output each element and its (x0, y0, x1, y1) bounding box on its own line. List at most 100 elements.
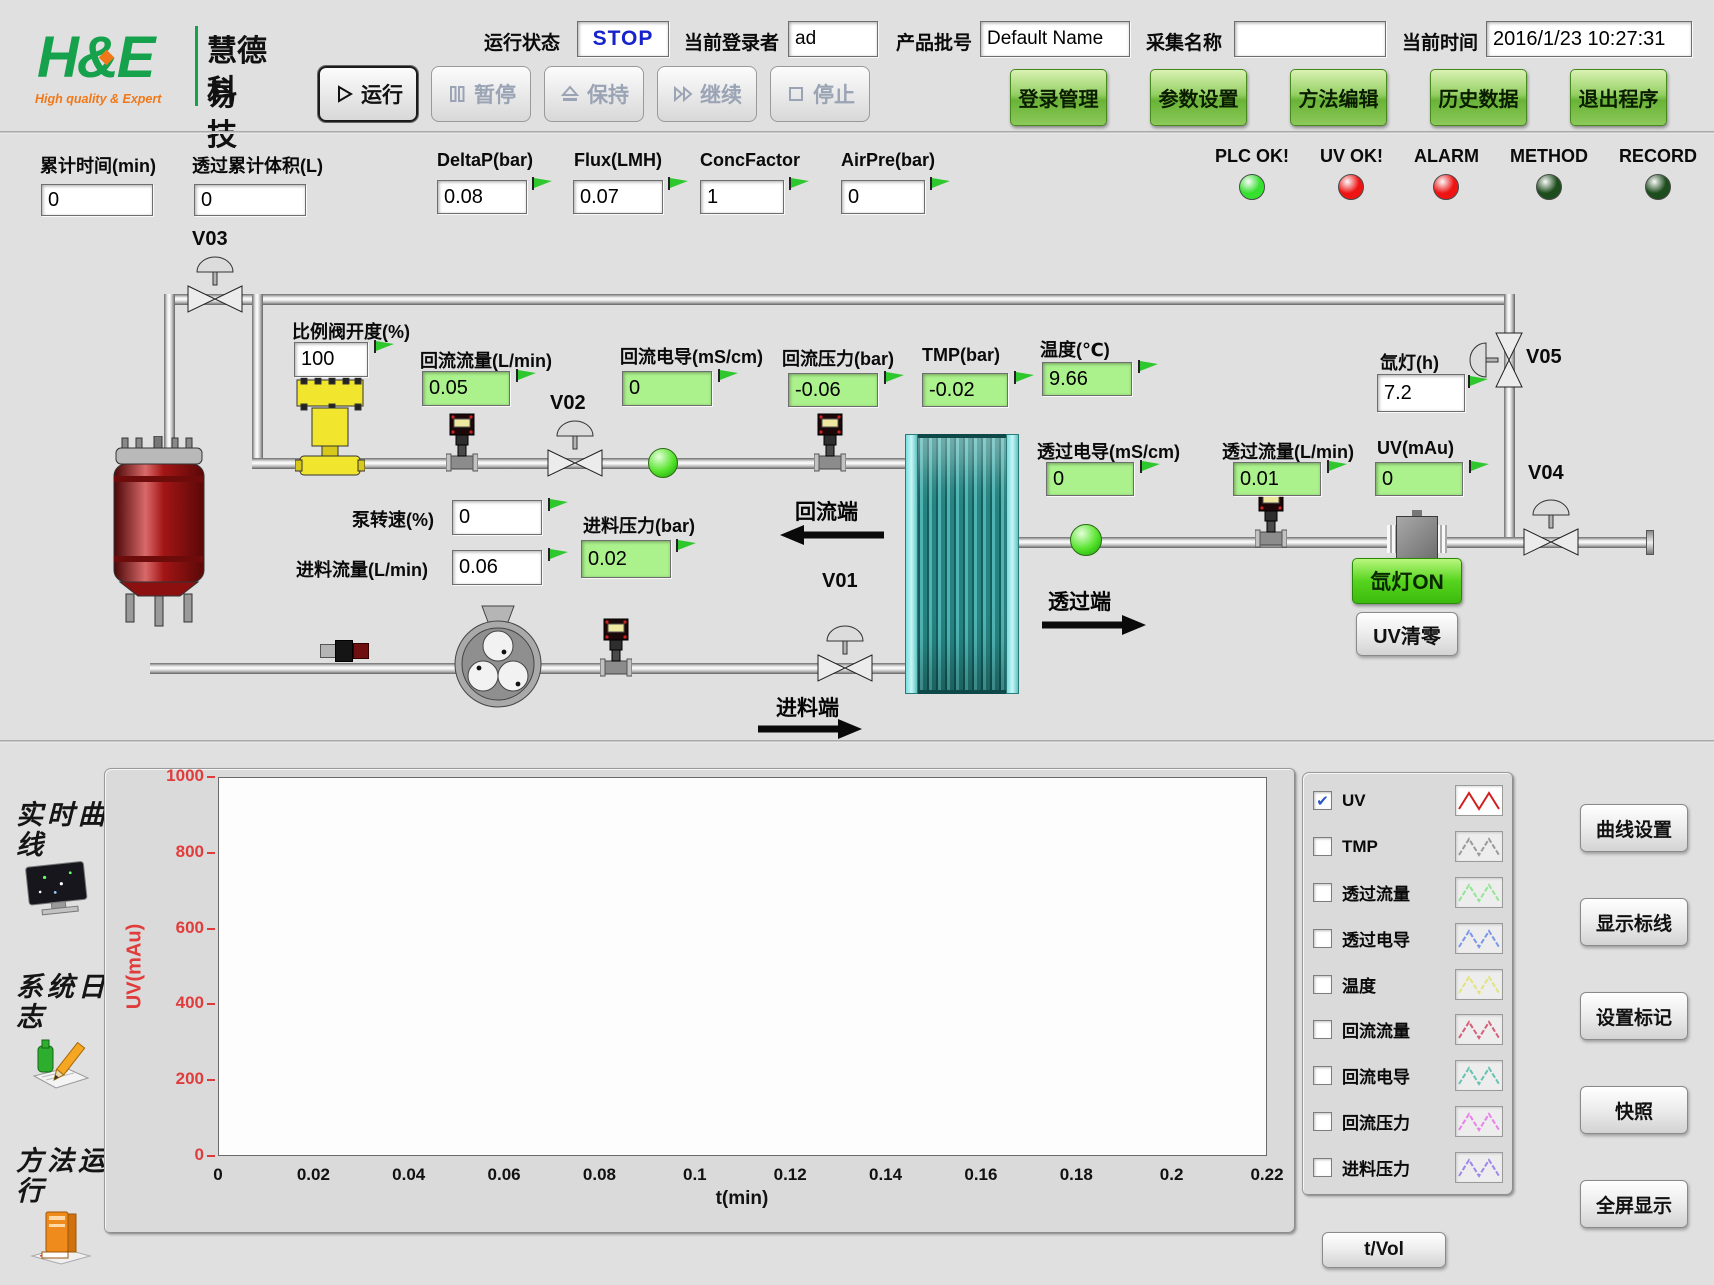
x-tick-label: 0.1 (663, 1165, 727, 1185)
uv-flag-icon (1469, 459, 1491, 474)
tmp-label: TMP(bar) (922, 345, 1000, 366)
sidebar-item-system-log[interactable]: 系统日志 (16, 972, 112, 1032)
legend-label: 回流流量 (1342, 1017, 1445, 1042)
x-tick-label: 0.06 (472, 1165, 536, 1185)
legend-row-5: 回流流量 (1303, 1007, 1513, 1053)
legend-checkbox[interactable] (1313, 975, 1332, 994)
x-tick-label: 0.14 (854, 1165, 918, 1185)
snapshot-button[interactable]: 快照 (1580, 1086, 1688, 1134)
legend-checkbox[interactable] (1313, 883, 1332, 902)
transmitter-icon (1255, 488, 1287, 548)
prop-valve-input[interactable]: 100 (294, 342, 368, 377)
valve-v04-icon (1516, 497, 1586, 561)
uv-label: UV(mAu) (1377, 438, 1454, 459)
y-tick-label: 800 (146, 842, 204, 862)
pipe-end-cap (1646, 530, 1654, 555)
legend-line-sample[interactable] (1455, 785, 1503, 816)
permeate-port-label: 透过端 (1048, 586, 1111, 616)
legend-line-sample[interactable] (1455, 1060, 1503, 1091)
system-log-icon[interactable] (26, 1032, 94, 1094)
feed-press-label: 进料压力(bar) (583, 512, 695, 538)
x-tick-label: 0.22 (1235, 1165, 1299, 1185)
section-divider (0, 740, 1714, 743)
pipe (164, 294, 175, 456)
pipe (164, 294, 1515, 305)
valve-v02-icon (540, 418, 610, 482)
method-run-icon[interactable] (28, 1204, 94, 1268)
tmp-display: -0.02 (922, 373, 1008, 407)
y-tick-label: 400 (146, 993, 204, 1013)
legend-row-3: 透过电导 (1303, 915, 1513, 961)
uv-zero-button[interactable]: UV清零 (1356, 612, 1458, 656)
legend-line-sample[interactable] (1455, 969, 1503, 1000)
legend-checkbox[interactable] (1313, 1066, 1332, 1085)
y-tick-mark (207, 928, 215, 930)
sidebar-item-realtime-curve[interactable]: 实时曲线 (16, 800, 112, 860)
reflux-press-display: -0.06 (788, 373, 878, 407)
legend-checkbox[interactable]: ✔ (1313, 791, 1332, 810)
feed-pump (452, 600, 544, 716)
valve-v04-label: V04 (1528, 462, 1564, 485)
pump-speed-input[interactable]: 0 (452, 500, 542, 535)
feed-tank (110, 436, 208, 632)
reflux-cond-flag-icon (718, 368, 740, 383)
legend-label: 透过流量 (1342, 880, 1445, 905)
perm-cond-display: 0 (1046, 462, 1134, 496)
temp-flag-icon (1138, 359, 1160, 374)
valve-v05-label: V05 (1526, 346, 1562, 369)
legend-line-sample[interactable] (1455, 877, 1503, 908)
reflux-flow-display: 0.05 (422, 371, 510, 406)
realtime-curve-icon[interactable] (22, 860, 96, 920)
y-axis-title: UV(mAu) (124, 857, 147, 1077)
fullscreen-button[interactable]: 全屏显示 (1580, 1180, 1688, 1228)
xenon-on-button[interactable]: 氙灯ON (1352, 558, 1462, 604)
valve-v02-label: V02 (550, 392, 586, 415)
membrane-module (905, 434, 1019, 694)
legend-row-1: TMP (1303, 824, 1513, 870)
y-tick-mark (207, 1155, 215, 1157)
pump-speed-label: 泵转速(%) (352, 506, 434, 532)
sidebar-item-method-run[interactable]: 方法运行 (16, 1146, 112, 1206)
x-tick-label: 0.08 (567, 1165, 631, 1185)
legend-checkbox[interactable] (1313, 1158, 1332, 1177)
legend-checkbox[interactable] (1313, 1020, 1332, 1039)
x-tick-label: 0 (186, 1165, 250, 1185)
chart-button-column: 曲线设置显示标线设置标记快照全屏显示 (1580, 804, 1688, 1228)
drain-sensor (320, 640, 370, 664)
y-tick-label: 200 (146, 1069, 204, 1089)
legend-line-sample[interactable] (1455, 923, 1503, 954)
valve-v03-icon (180, 254, 250, 318)
legend-line-sample[interactable] (1455, 1106, 1503, 1137)
t-vol-toggle-button[interactable]: t/Vol (1322, 1232, 1446, 1268)
xenon-hours-display[interactable]: 7.2 (1377, 374, 1465, 412)
y-tick-mark (207, 1003, 215, 1005)
feed-flow-input[interactable]: 0.06 (452, 550, 542, 585)
legend-checkbox[interactable] (1313, 1112, 1332, 1131)
uv-display: 0 (1375, 462, 1463, 496)
curve-settings-button[interactable]: 曲线设置 (1580, 804, 1688, 852)
reflux-press-flag-icon (884, 370, 906, 385)
feed-flow-flag-icon (548, 547, 570, 562)
legend-checkbox[interactable] (1313, 929, 1332, 948)
feed-flow-label: 进料流量(L/min) (296, 556, 428, 582)
x-tick-label: 0.04 (377, 1165, 441, 1185)
reflux-port-label: 回流端 (795, 496, 858, 526)
xenon-hours-label: 氙灯(h) (1380, 349, 1439, 375)
x-tick-label: 0.16 (949, 1165, 1013, 1185)
y-tick-mark (207, 1079, 215, 1081)
uv-flow-cell (1396, 516, 1438, 562)
legend-label: 回流电导 (1342, 1063, 1445, 1088)
plot-area[interactable] (218, 777, 1267, 1156)
pump-speed-flag-icon (548, 497, 570, 512)
permeate-arrow-icon (1036, 614, 1148, 636)
set-marker-button[interactable]: 设置标记 (1580, 992, 1688, 1040)
y-tick-mark (207, 852, 215, 854)
tmp-flag-icon (1014, 370, 1036, 385)
show-cursor-button[interactable]: 显示标线 (1580, 898, 1688, 946)
perm-cond-label: 透过电导(mS/cm) (1037, 438, 1180, 464)
legend-checkbox[interactable] (1313, 837, 1332, 856)
legend-line-sample[interactable] (1455, 1014, 1503, 1045)
legend-row-6: 回流电导 (1303, 1053, 1513, 1099)
legend-line-sample[interactable] (1455, 1152, 1503, 1183)
legend-line-sample[interactable] (1455, 831, 1503, 862)
